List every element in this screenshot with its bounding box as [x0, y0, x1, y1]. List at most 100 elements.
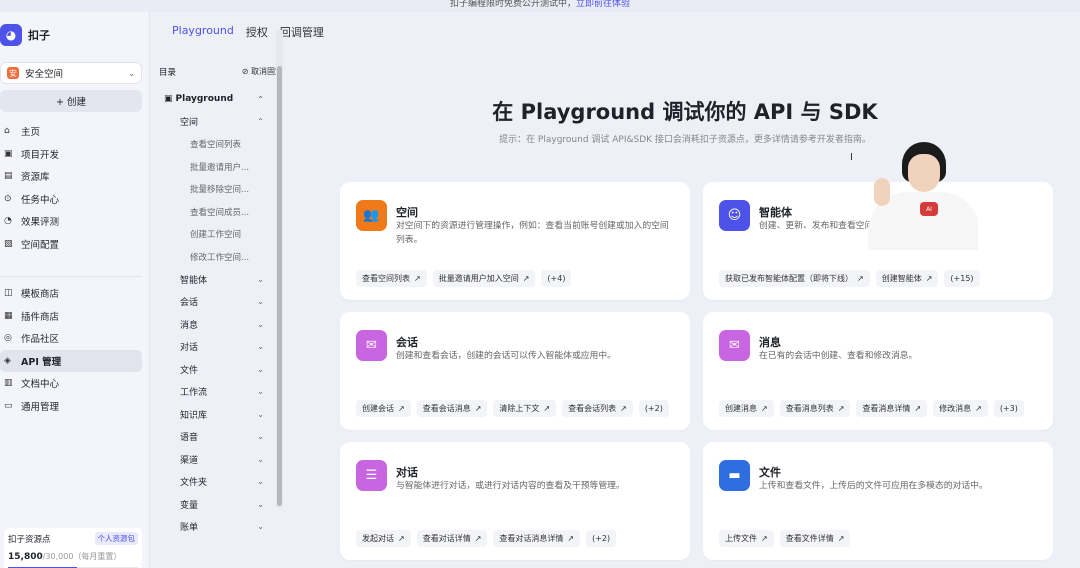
- api-card-2[interactable]: ✉ 会话 创建和查看会话，创建的会话可以传入智能体或应用中。 创建会话 ↗ 查看会话消息 ↗…: [340, 312, 690, 430]
- resource-points-panel[interactable]: 扣子资源点 个人资源包 15,800/30,000（每月重置）: [4, 528, 142, 568]
- space-name: 安全空间: [25, 69, 64, 80]
- sidebar-item-1[interactable]: ▦ 插件商店: [0, 305, 142, 328]
- tree-item[interactable]: 查看空间成员...: [150, 201, 280, 224]
- more-count-tag[interactable]: (+2): [586, 530, 617, 547]
- tree-item[interactable]: 查看空间列表: [150, 133, 280, 156]
- tree-item[interactable]: 文件夹 ⌄: [150, 471, 280, 494]
- api-card-4[interactable]: ☰ 对话 与智能体进行对话，或进行对话内容的查看及干预等管理。 发起对话 ↗ 查看对话详情…: [340, 442, 690, 560]
- tree-item[interactable]: 创建工作空间: [150, 223, 280, 246]
- tree-item-label: 渠道: [180, 455, 199, 466]
- brand-name: 扣子: [28, 29, 50, 42]
- api-card-3[interactable]: ✉ 消息 在已有的会话中创建、查看和修改消息。 创建消息 ↗ 查看消息列表 ↗ 查看消息详情 ↗…: [703, 312, 1053, 430]
- tag-label: 修改消息: [939, 404, 972, 413]
- api-link-tag[interactable]: 创建智能体 ↗: [875, 270, 939, 287]
- nav-icon: ◫: [4, 288, 13, 299]
- pin-off-icon: ⊘: [241, 67, 251, 76]
- arrow-up-right-icon: ↗: [474, 404, 482, 413]
- sidebar-item-0[interactable]: ⌂ 主页: [0, 120, 142, 143]
- api-link-tag[interactable]: 查看消息列表 ↗: [779, 400, 851, 417]
- api-link-tag[interactable]: 查看空间列表 ↗: [356, 270, 427, 287]
- tree-item-label: 批量邀请用户...: [190, 162, 250, 173]
- api-link-tag[interactable]: 查看消息详情 ↗: [856, 400, 928, 417]
- tree-item[interactable]: 变量 ⌄: [150, 493, 280, 516]
- api-link-tag[interactable]: 获取已发布智能体配置（即将下线） ↗: [719, 270, 870, 287]
- banner-link[interactable]: 立即前往体验: [576, 0, 630, 9]
- api-link-tag[interactable]: 修改消息 ↗: [933, 400, 988, 417]
- api-link-tag[interactable]: 查看文件详情 ↗: [779, 530, 851, 547]
- card-description: 上传和查看文件，上传后的文件可应用在多模态的对话中。: [759, 481, 988, 491]
- nav-icon: ◔: [4, 216, 12, 227]
- sidebar-item-1[interactable]: ▣ 项目开发: [0, 143, 142, 166]
- api-link-tag[interactable]: 创建消息 ↗: [719, 400, 774, 417]
- sidebar-item-4[interactable]: ▥ 文档中心: [0, 372, 142, 395]
- catalog-panel: 目录 ⊘ 取消固定 ▣ Playground ⌃ 空间 ⌃ 查看空间列表 批量邀请用户..…: [150, 60, 290, 568]
- api-link-tag[interactable]: 查看会话列表 ↗: [562, 400, 633, 417]
- tree-item[interactable]: 工作流 ⌄: [150, 381, 280, 404]
- more-count-tag[interactable]: (+2): [638, 400, 669, 417]
- tree-item[interactable]: 批量邀请用户...: [150, 156, 280, 179]
- tree-item[interactable]: 批量移除空间...: [150, 178, 280, 201]
- tree-item[interactable]: 会话 ⌄: [150, 291, 280, 314]
- api-link-tag[interactable]: 批量邀请用户加入空间 ↗: [432, 270, 536, 287]
- tree-item[interactable]: 语音 ⌄: [150, 426, 280, 449]
- arrow-up-right-icon: ↗: [474, 534, 482, 543]
- brand[interactable]: ◕ 扣子: [0, 24, 50, 46]
- tab-1[interactable]: 授权: [246, 24, 268, 40]
- tree-item[interactable]: 知识库 ⌄: [150, 403, 280, 426]
- sidebar-item-2[interactable]: ▤ 资源库: [0, 165, 142, 188]
- tree-item[interactable]: ▣ Playground ⌃: [150, 88, 280, 111]
- card-description: 在已有的会话中创建、查看和修改消息。: [759, 351, 918, 361]
- tree-item-label: 语音: [180, 433, 199, 444]
- tree-item[interactable]: 空间 ⌃: [150, 111, 280, 134]
- tree-item-label: 变量: [180, 500, 199, 511]
- sidebar-item-label: 空间配置: [21, 239, 60, 251]
- folder-icon: ▬: [719, 460, 750, 491]
- api-card-5[interactable]: ▬ 文件 上传和查看文件，上传后的文件可应用在多模态的对话中。 上传文件 ↗ 查看文件详情…: [703, 442, 1053, 560]
- api-link-tag[interactable]: 创建会话 ↗: [356, 400, 411, 417]
- sidebar-item-0[interactable]: ◫ 模板商店: [0, 282, 142, 305]
- arrow-up-right-icon: ↗: [620, 404, 627, 413]
- tree-item[interactable]: 对话 ⌄: [150, 336, 280, 359]
- catalog-scrollbar[interactable]: [276, 30, 283, 508]
- tag-label: 批量邀请用户加入空间: [438, 274, 519, 283]
- api-link-tag[interactable]: 查看会话消息 ↗: [416, 400, 488, 417]
- api-link-tag[interactable]: 查看对话详情 ↗: [416, 530, 488, 547]
- space-selector[interactable]: 安 安全空间 ⌄: [0, 62, 142, 84]
- nav-icon: ▦: [4, 310, 13, 321]
- users-icon: 👥: [356, 200, 387, 231]
- tree-item[interactable]: 账单 ⌄: [150, 516, 280, 539]
- tree-item[interactable]: 修改工作空间...: [150, 246, 280, 269]
- create-button[interactable]: + 创建: [0, 90, 142, 112]
- tree-item-label: 空间: [180, 118, 199, 129]
- sidebar-item-5[interactable]: ▭ 通用管理: [0, 395, 142, 418]
- api-link-tag[interactable]: 发起对话 ↗: [356, 530, 411, 547]
- api-link-tag[interactable]: 清除上下文 ↗: [493, 400, 557, 417]
- more-count-tag[interactable]: (+3): [993, 400, 1024, 417]
- api-link-tag[interactable]: 查看对话消息详情 ↗: [493, 530, 581, 547]
- tab-0[interactable]: Playground: [172, 24, 234, 40]
- chevron-icon: ⌄: [257, 297, 264, 307]
- tag-label: 查看会话消息: [422, 404, 471, 413]
- arrow-up-right-icon: ↗: [761, 404, 768, 413]
- more-count-tag[interactable]: (+15): [944, 270, 980, 287]
- tab-2[interactable]: 回调管理: [280, 24, 324, 40]
- api-card-0[interactable]: 👥 空间 对空间下的资源进行管理操作，例如：查看当前账号创建或加入的空间列表。 查看空…: [340, 182, 690, 300]
- sidebar-item-4[interactable]: ◔ 效果评测: [0, 210, 142, 233]
- tree-item[interactable]: 文件 ⌄: [150, 358, 280, 381]
- sidebar-item-3[interactable]: ◈ API 管理: [0, 349, 142, 372]
- sidebar-item-2[interactable]: ◎ 作品社区: [0, 327, 142, 350]
- resource-pack-tag[interactable]: 个人资源包: [94, 532, 138, 545]
- playground-icon: ▣: [164, 94, 173, 105]
- tree-item[interactable]: 渠道 ⌄: [150, 448, 280, 471]
- sidebar-item-5[interactable]: ▧ 空间配置: [0, 233, 142, 256]
- tag-label: 创建智能体: [881, 274, 922, 283]
- more-count-tag[interactable]: (+4): [541, 270, 572, 287]
- api-link-tag[interactable]: 上传文件 ↗: [719, 530, 774, 547]
- scrollbar-thumb[interactable]: [277, 66, 282, 506]
- card-description: 创建和查看会话，创建的会话可以传入智能体或应用中。: [396, 351, 616, 361]
- nav-icon: ▧: [4, 238, 13, 249]
- tree-item[interactable]: 智能体 ⌄: [150, 268, 280, 291]
- tree-item[interactable]: 消息 ⌄: [150, 313, 280, 336]
- sidebar-item-3[interactable]: ⊙ 任务中心: [0, 188, 142, 211]
- nav-icon: ⌂: [4, 126, 10, 137]
